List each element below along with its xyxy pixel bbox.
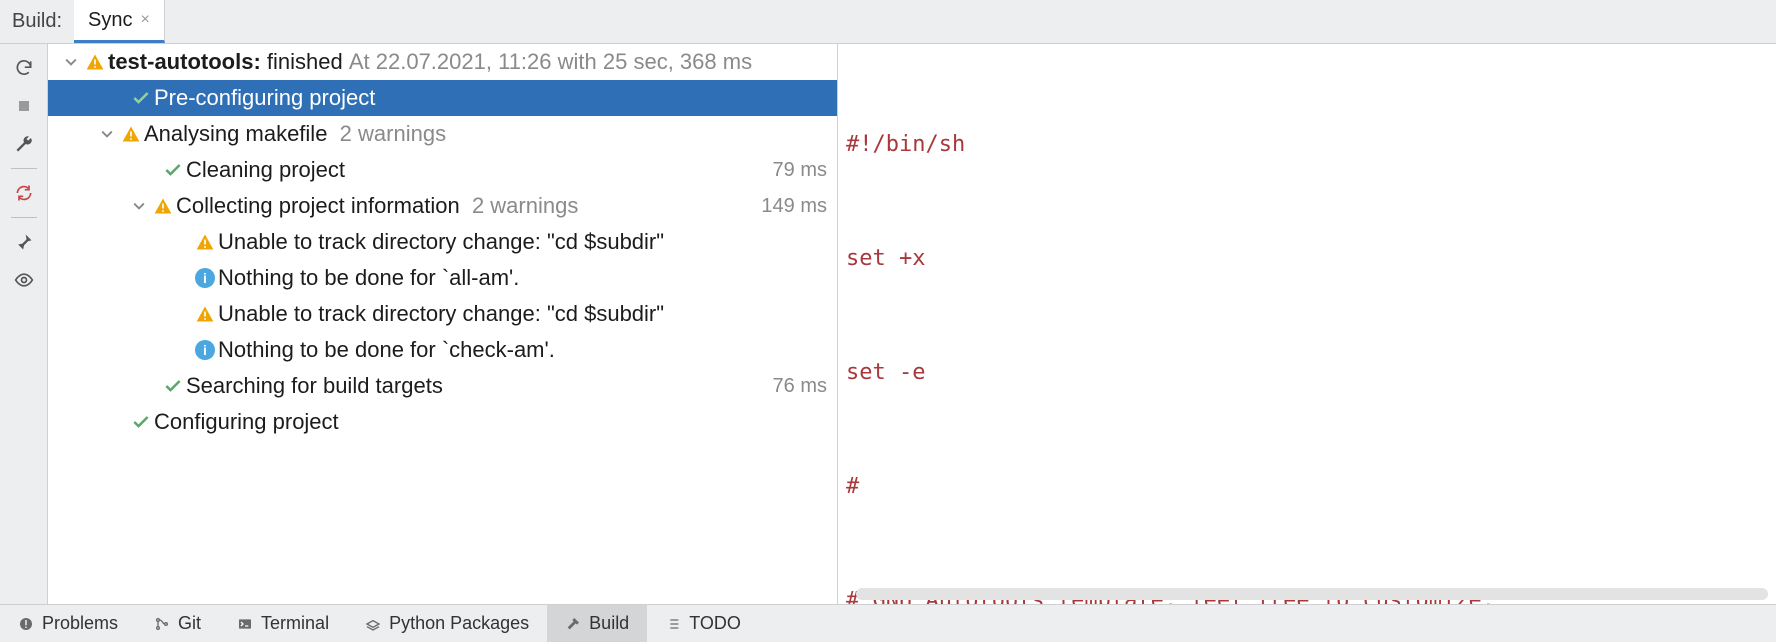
check-icon bbox=[160, 160, 186, 180]
check-icon bbox=[160, 376, 186, 396]
statusbar-label: Build bbox=[589, 613, 629, 634]
statusbar-label: Problems bbox=[42, 613, 118, 634]
warning-icon bbox=[118, 124, 144, 144]
pin-icon[interactable] bbox=[6, 224, 42, 260]
tree-message[interactable]: i Nothing to be done for `check-am'. bbox=[48, 332, 837, 368]
chevron-down-icon[interactable] bbox=[60, 56, 82, 68]
close-icon[interactable]: × bbox=[141, 11, 150, 29]
build-side-toolbar bbox=[0, 44, 48, 604]
warning-icon bbox=[150, 196, 176, 216]
console-line: set +x bbox=[846, 240, 1768, 278]
build-output[interactable]: #!/bin/sh set +x set -e # # GNU Autotool… bbox=[838, 44, 1776, 604]
statusbar-git[interactable]: Git bbox=[136, 605, 219, 642]
statusbar-label: Python Packages bbox=[389, 613, 529, 634]
problems-icon bbox=[18, 616, 34, 632]
statusbar-terminal[interactable]: Terminal bbox=[219, 605, 347, 642]
chevron-down-icon[interactable] bbox=[96, 128, 118, 140]
tree-message[interactable]: i Nothing to be done for `all-am'. bbox=[48, 260, 837, 296]
info-icon: i bbox=[192, 268, 218, 288]
tree-root-title: test-autotools: bbox=[108, 49, 261, 75]
console-line: # bbox=[846, 468, 1768, 506]
status-bar: Problems Git Terminal Python Packages Bu… bbox=[0, 604, 1776, 642]
tree-item-label: Analysing makefile bbox=[144, 121, 327, 147]
tree-configuring[interactable]: Configuring project bbox=[48, 404, 837, 440]
tree-item-label: Searching for build targets bbox=[186, 373, 443, 399]
separator bbox=[11, 168, 37, 169]
console-line: #!/bin/sh bbox=[846, 126, 1768, 164]
tree-item-label: Unable to track directory change: "cd $s… bbox=[218, 301, 664, 327]
warning-icon bbox=[192, 232, 218, 252]
tree-item-label: Nothing to be done for `all-am'. bbox=[218, 265, 519, 291]
tree-item-duration: 79 ms bbox=[773, 159, 827, 182]
tree-item-label: Unable to track directory change: "cd $s… bbox=[218, 229, 664, 255]
git-icon bbox=[154, 616, 170, 632]
info-icon: i bbox=[192, 340, 218, 360]
terminal-icon bbox=[237, 616, 253, 632]
wrench-icon[interactable] bbox=[6, 126, 42, 162]
tree-item-label: Configuring project bbox=[154, 409, 339, 435]
statusbar-label: Terminal bbox=[261, 613, 329, 634]
tree-cleaning[interactable]: Cleaning project 79 ms bbox=[48, 152, 837, 188]
statusbar-todo[interactable]: TODO bbox=[647, 605, 759, 642]
tree-message[interactable]: Unable to track directory change: "cd $s… bbox=[48, 224, 837, 260]
warning-icon bbox=[82, 52, 108, 72]
statusbar-build[interactable]: Build bbox=[547, 605, 647, 642]
stop-icon[interactable] bbox=[6, 88, 42, 124]
console-line: set -e bbox=[846, 354, 1768, 392]
eye-icon[interactable] bbox=[6, 262, 42, 298]
statusbar-label: TODO bbox=[689, 613, 741, 634]
tree-item-duration: 76 ms bbox=[773, 375, 827, 398]
horizontal-scrollbar[interactable] bbox=[856, 588, 1768, 600]
tree-analysing[interactable]: Analysing makefile 2 warnings bbox=[48, 116, 837, 152]
build-label: Build: bbox=[0, 0, 74, 43]
separator bbox=[11, 217, 37, 218]
warning-icon bbox=[192, 304, 218, 324]
tree-root-timestamp: At 22.07.2021, 11:26 with bbox=[349, 49, 597, 75]
check-icon bbox=[128, 412, 154, 432]
tree-root-status: finished bbox=[267, 49, 343, 75]
tab-sync[interactable]: Sync × bbox=[74, 0, 165, 43]
tree-item-label: Collecting project information bbox=[176, 193, 460, 219]
tree-root-duration: 25 sec, 368 ms bbox=[603, 49, 752, 75]
tab-label: Sync bbox=[88, 9, 132, 32]
tree-collecting[interactable]: Collecting project information 2 warning… bbox=[48, 188, 837, 224]
packages-icon bbox=[365, 616, 381, 632]
check-icon bbox=[128, 88, 154, 108]
hammer-icon bbox=[565, 616, 581, 632]
tree-item-warnings: 2 warnings bbox=[472, 193, 578, 219]
refresh-icon[interactable] bbox=[6, 50, 42, 86]
tree-item-label: Pre-configuring project bbox=[154, 85, 375, 111]
list-icon bbox=[665, 616, 681, 632]
tree-message[interactable]: Unable to track directory change: "cd $s… bbox=[48, 296, 837, 332]
tree-preconfiguring[interactable]: Pre-configuring project bbox=[48, 80, 837, 116]
refresh-red-icon[interactable] bbox=[6, 175, 42, 211]
tree-item-label: Nothing to be done for `check-am'. bbox=[218, 337, 555, 363]
chevron-down-icon[interactable] bbox=[128, 200, 150, 212]
tree-searching[interactable]: Searching for build targets 76 ms bbox=[48, 368, 837, 404]
build-tree[interactable]: test-autotools: finished At 22.07.2021, … bbox=[48, 44, 838, 604]
tree-root[interactable]: test-autotools: finished At 22.07.2021, … bbox=[48, 44, 837, 80]
tree-item-label: Cleaning project bbox=[186, 157, 345, 183]
tree-item-warnings: 2 warnings bbox=[340, 121, 446, 147]
statusbar-problems[interactable]: Problems bbox=[0, 605, 136, 642]
build-tabs: Build: Sync × bbox=[0, 0, 1776, 44]
statusbar-label: Git bbox=[178, 613, 201, 634]
tree-item-duration: 149 ms bbox=[761, 195, 827, 218]
statusbar-python-packages[interactable]: Python Packages bbox=[347, 605, 547, 642]
